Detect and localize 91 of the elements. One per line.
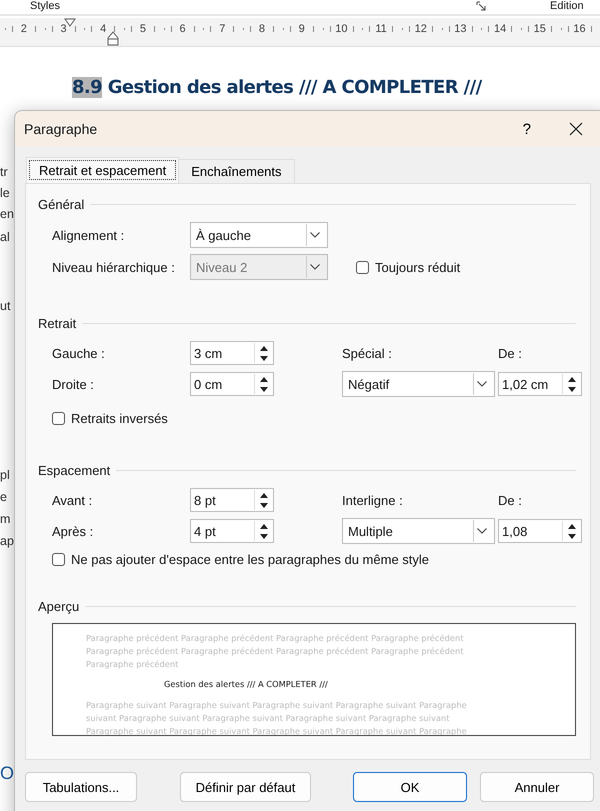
- document-text: e: [0, 490, 7, 504]
- help-button[interactable]: ?: [522, 120, 531, 138]
- chevron-down-icon: [477, 381, 487, 387]
- document-text: al: [0, 230, 10, 244]
- document-text: pl: [0, 468, 10, 482]
- spin-up-icon[interactable]: [260, 376, 268, 382]
- document-text: ap: [0, 534, 14, 548]
- ruler-number: 13: [454, 23, 467, 35]
- close-button[interactable]: [569, 122, 583, 136]
- dialog-button[interactable]: Tabulations...: [25, 772, 137, 802]
- chevron-down-icon: [310, 264, 320, 270]
- spin-down-icon[interactable]: [260, 534, 268, 538]
- spin-up-icon[interactable]: [568, 376, 576, 382]
- tab[interactable]: Enchaînements: [178, 159, 295, 183]
- ruler-number: 6: [180, 23, 186, 35]
- spin-down-icon[interactable]: [260, 356, 268, 360]
- special-indent-dropdown[interactable]: Négatif: [342, 371, 495, 397]
- ruler-number: 7: [219, 23, 226, 35]
- line-spacing-value-field[interactable]: 1,08: [498, 519, 582, 543]
- spin-up-icon[interactable]: [260, 346, 268, 350]
- dialog-launcher-icon[interactable]: [476, 1, 486, 11]
- document-text: tr: [0, 165, 8, 179]
- preview-sample-text: Gestion des alertes /// A COMPLETER ///: [164, 678, 329, 692]
- checkbox-label: Toujours réduit: [375, 260, 460, 274]
- checkbox[interactable]: [356, 260, 369, 274]
- section-title: Aperçu: [38, 598, 80, 614]
- dialog-button[interactable]: Annuler: [480, 772, 594, 802]
- spin-down-icon[interactable]: [260, 502, 268, 508]
- spin-up-icon[interactable]: [260, 524, 268, 528]
- spin-down-icon[interactable]: [260, 386, 268, 392]
- spin-up-icon[interactable]: [568, 524, 576, 528]
- spin-up-icon[interactable]: [260, 492, 268, 498]
- preview-text: Paragraphe précédent Paragraphe précédent Paragraphe précédent Paragraphe précédent: [86, 632, 464, 645]
- ribbon-group-label: Edition: [550, 0, 584, 13]
- checkbox-label: Retraits inversés: [71, 411, 168, 426]
- space-after-field[interactable]: 4 pt: [190, 519, 274, 543]
- document-text: le: [0, 186, 10, 200]
- field-label: De :: [498, 492, 523, 508]
- section-title: Espacement: [38, 462, 110, 478]
- ruler-number: 5: [140, 23, 146, 35]
- field-label: Niveau hiérarchique :: [52, 260, 176, 274]
- ruler-number: 12: [414, 23, 427, 35]
- spin-down-icon[interactable]: [568, 386, 576, 392]
- close-icon: [569, 122, 583, 136]
- ruler-number: 2: [20, 23, 27, 35]
- dialog-button[interactable]: Définir par défaut: [180, 772, 311, 802]
- ruler-number: 11: [375, 23, 387, 35]
- document-text: en: [0, 207, 14, 221]
- preview-text: suivant Paragraphe suivant Paragraphe suivant Paragraphe suivant Paragraphe suivant: [86, 712, 450, 725]
- field-label: Gauche :: [52, 346, 106, 360]
- ribbon-group-label: Styles: [30, 0, 60, 13]
- alignment-dropdown[interactable]: À gauche: [190, 222, 328, 248]
- checkbox[interactable]: [52, 412, 65, 425]
- checkbox[interactable]: [52, 553, 65, 566]
- hanging-indent-marker-icon[interactable]: [107, 31, 119, 46]
- preview-text: Paragraphe suivant Paragraphe suivant Paragraphe suivant Paragraphe suivant Paragraphe: [86, 699, 468, 712]
- tab[interactable]: Retrait et espacement: [26, 157, 180, 183]
- dialog-button[interactable]: OK: [353, 772, 467, 802]
- ruler-number: 8: [258, 23, 266, 35]
- document-heading: 8.9 Gestion des alertes /// A COMPLETER ///: [72, 77, 482, 98]
- right-indent-field[interactable]: 0 cm: [190, 372, 274, 396]
- ruler-number: 3: [60, 23, 67, 35]
- ruler-number: 9: [298, 23, 305, 35]
- document-text: O: [0, 763, 14, 784]
- ruler-number: 10: [335, 23, 348, 35]
- section-title: Retrait: [38, 316, 76, 330]
- ruler-number: 14: [494, 23, 506, 35]
- field-label: De :: [498, 346, 523, 360]
- checkbox-label: Ne pas ajouter d'espace entre les paragraphes du même style: [71, 552, 430, 567]
- ruler-number: 16: [573, 23, 586, 35]
- left-indent-field[interactable]: 3 cm: [190, 341, 274, 365]
- line-spacing-dropdown[interactable]: Multiple: [342, 518, 495, 544]
- document-text: m: [0, 512, 10, 526]
- preview-text: Paragraphe précédent: [86, 658, 180, 670]
- field-label: Avant :: [52, 492, 94, 508]
- indent-by-field[interactable]: 1,02 cm: [498, 372, 582, 396]
- chevron-down-icon: [310, 232, 320, 238]
- ruler-number: 15: [534, 23, 546, 35]
- field-label: Interligne :: [342, 492, 404, 508]
- space-before-field[interactable]: 8 pt: [190, 488, 274, 512]
- dialog-title: Paragraphe: [24, 121, 98, 137]
- field-label: Alignement :: [52, 228, 126, 242]
- chevron-down-icon: [477, 528, 487, 534]
- spin-down-icon[interactable]: [568, 534, 576, 538]
- preview-text: Paragraphe précédent Paragraphe précédent Paragraphe précédent Paragraphe précédent: [86, 644, 464, 658]
- section-title: Général: [38, 196, 84, 212]
- ruler-number: 4: [100, 23, 106, 35]
- field-label: Droite :: [52, 376, 95, 392]
- field-label: Spécial :: [342, 346, 393, 360]
- document-text: ut: [0, 299, 10, 313]
- field-label: Après :: [52, 524, 94, 538]
